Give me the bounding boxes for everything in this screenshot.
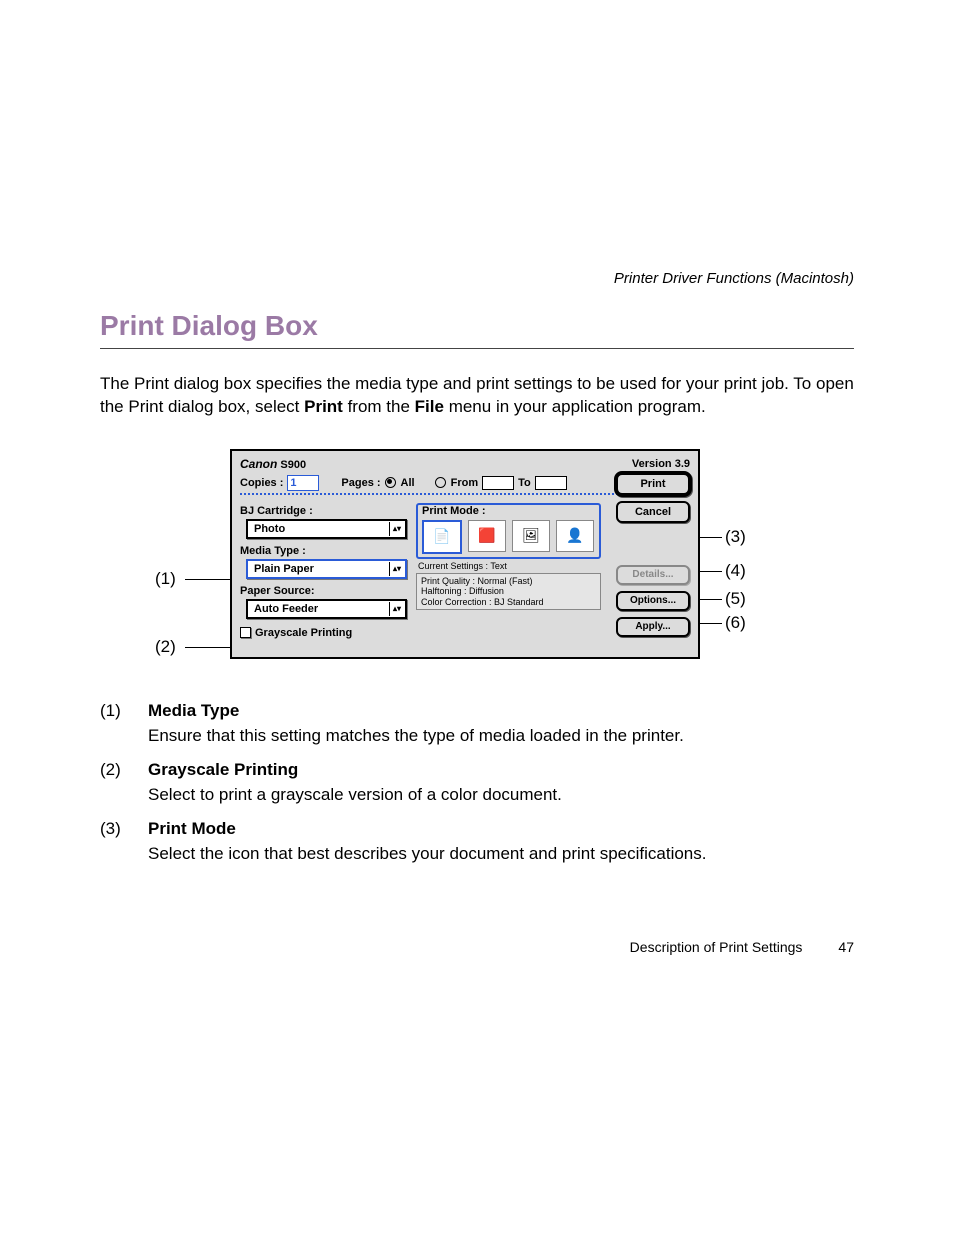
pages-all-radio[interactable] [385, 477, 396, 488]
def-title: Print Mode [148, 819, 236, 838]
definitions-list: (1) Media Type Ensure that this setting … [100, 699, 854, 867]
def-num: (2) [100, 758, 148, 807]
current-settings-label: Current Settings : Text [418, 561, 601, 571]
dialog-figure: (1) (2) (3) (4) (5) (6) Canon S900 Versi… [165, 449, 755, 659]
callout-6: (6) [725, 613, 746, 633]
callout-2-line [185, 647, 233, 648]
options-button[interactable]: Options... [616, 591, 690, 611]
def-desc: Select to print a grayscale version of a… [148, 785, 562, 804]
grayscale-label: Grayscale Printing [255, 627, 352, 639]
media-type-popup[interactable]: Plain Paper ▴▾ [246, 559, 407, 579]
print-mode-manual-icon[interactable]: 👤 [556, 520, 594, 552]
dialog-brand: Canon S900 [240, 457, 306, 471]
footer-section: Description of Print Settings [630, 939, 803, 955]
current-settings-detail: Print Quality : Normal (Fast) Halftoning… [416, 573, 601, 610]
footer-page-number: 47 [838, 939, 854, 955]
callout-5: (5) [725, 589, 746, 609]
callout-4: (4) [725, 561, 746, 581]
title-rule [100, 348, 854, 349]
paper-source-popup[interactable]: Auto Feeder ▴▾ [246, 599, 407, 619]
bj-cartridge-popup[interactable]: Photo ▴▾ [246, 519, 407, 539]
detail-color: Color Correction : BJ Standard [421, 597, 596, 607]
detail-quality: Print Quality : Normal (Fast) [421, 576, 596, 586]
def-num: (3) [100, 817, 148, 866]
dialog-version: Version 3.9 [632, 458, 690, 470]
print-mode-photo-icon[interactable]: 🖼 [512, 520, 550, 552]
intro-text3: menu in your application program. [444, 397, 706, 416]
intro-text2: from the [343, 397, 415, 416]
pages-to-input[interactable] [535, 476, 567, 490]
print-mode-label: Print Mode : [422, 505, 595, 517]
bj-cartridge-value: Photo [254, 523, 285, 535]
def-title: Grayscale Printing [148, 760, 298, 779]
copies-label: Copies : [240, 477, 283, 489]
print-button[interactable]: Print [616, 473, 690, 495]
intro-bold-print: Print [304, 397, 343, 416]
intro-paragraph: The Print dialog box specifies the media… [100, 373, 854, 419]
def-title: Media Type [148, 701, 239, 720]
popup-arrows-icon: ▴▾ [389, 522, 404, 536]
paper-source-value: Auto Feeder [254, 603, 318, 615]
paper-source-label: Paper Source: [240, 585, 410, 597]
apply-button[interactable]: Apply... [616, 617, 690, 637]
pages-label: Pages : [341, 477, 380, 489]
popup-arrows-icon: ▴▾ [389, 602, 404, 616]
def-desc: Ensure that this setting matches the typ… [148, 726, 684, 745]
detail-halftoning: Halftoning : Diffusion [421, 586, 596, 596]
pages-from-radio[interactable] [435, 477, 446, 488]
pages-from-label: From [451, 477, 479, 489]
header-section-label: Printer Driver Functions (Macintosh) [614, 270, 854, 287]
print-mode-text-icon[interactable]: 📄 [422, 520, 462, 554]
print-dialog: Canon S900 Version 3.9 Print Cancel Deta… [230, 449, 700, 659]
popup-arrows-icon: ▴▾ [389, 562, 404, 576]
pages-from-input[interactable] [482, 476, 514, 490]
media-type-label: Media Type : [240, 545, 410, 557]
media-type-value: Plain Paper [254, 563, 314, 575]
intro-bold-file: File [415, 397, 444, 416]
bj-cartridge-label: BJ Cartridge : [240, 505, 410, 517]
callout-1: (1) [155, 569, 176, 589]
cancel-button[interactable]: Cancel [616, 501, 690, 523]
callout-2: (2) [155, 637, 176, 657]
callout-3: (3) [725, 527, 746, 547]
pages-all-label: All [401, 477, 415, 489]
grayscale-checkbox[interactable] [240, 627, 251, 638]
callout-1-line [185, 579, 233, 580]
details-button[interactable]: Details... [616, 565, 690, 585]
def-desc: Select the icon that best describes your… [148, 844, 706, 863]
print-mode-graphic-icon[interactable]: 🟥 [468, 520, 506, 552]
pages-to-label: To [518, 477, 531, 489]
page-title: Print Dialog Box [100, 310, 854, 342]
print-mode-group: Print Mode : 📄 🟥 🖼 👤 [416, 503, 601, 559]
def-num: (1) [100, 699, 148, 748]
copies-input[interactable] [287, 475, 319, 491]
